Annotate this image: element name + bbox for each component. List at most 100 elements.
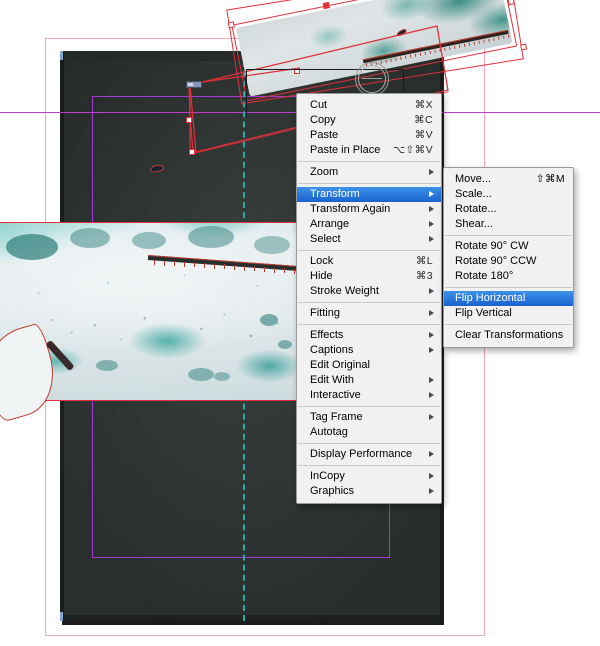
menu-item-label: Paste in Place	[310, 144, 381, 156]
transform-submenu-item-rotate-90-cw[interactable]: Rotate 90° CW	[444, 239, 573, 254]
menu-separator	[298, 406, 440, 407]
transform-submenu-item-clear-transformations[interactable]: Clear Transformations	[444, 328, 573, 343]
menu-separator	[445, 235, 572, 236]
submenu-arrow-icon	[429, 392, 434, 398]
submenu-arrow-icon	[429, 236, 434, 242]
menu-item-label: Graphics	[310, 485, 355, 497]
context-menu-item-fitting[interactable]: Fitting	[297, 306, 441, 321]
context-menu-item-autotag[interactable]: Autotag	[297, 425, 441, 440]
menu-item-label: InCopy	[310, 470, 345, 482]
menu-item-label: Cut	[310, 99, 328, 111]
selection-handle[interactable]	[186, 117, 192, 123]
menu-item-label: Hide	[310, 270, 333, 282]
menu-item-label: Clear Transformations	[455, 329, 564, 341]
submenu-arrow-icon	[429, 221, 434, 227]
menu-item-shortcut: ⇧⌘M	[535, 173, 565, 185]
menu-item-label: Flip Vertical	[455, 307, 512, 319]
submenu-arrow-icon	[429, 451, 434, 457]
menu-item-shortcut: ⌥⇧⌘V	[392, 144, 433, 156]
transform-submenu-item-scale[interactable]: Scale...	[444, 187, 573, 202]
context-menu-item-hide[interactable]: Hide ⌘3	[297, 269, 441, 284]
context-menu-item-tag-frame[interactable]: Tag Frame	[297, 410, 441, 425]
transform-submenu-item-rotate[interactable]: Rotate...	[444, 202, 573, 217]
transform-submenu-item-flip-horizontal[interactable]: Flip Horizontal	[444, 291, 573, 306]
menu-item-label: Fitting	[310, 307, 340, 319]
context-menu-item-effects[interactable]: Effects	[297, 328, 441, 343]
screenshot-root: Cut ⌘X Copy ⌘C Paste ⌘V Paste in Place ⌥⇧⌘V Zoom…	[0, 0, 600, 646]
menu-item-label: Effects	[310, 329, 344, 341]
menu-item-label: Paste	[310, 129, 339, 141]
selection-handle-active[interactable]	[322, 2, 330, 10]
menu-item-shortcut: ⌘X	[414, 99, 433, 111]
large-image-frame-bottom	[0, 400, 320, 401]
context-menu-item-display-performance[interactable]: Display Performance	[297, 447, 441, 462]
menu-item-label: Edit With	[310, 374, 355, 386]
menu-item-label: Lock	[310, 255, 334, 267]
submenu-arrow-icon	[429, 473, 434, 479]
menu-separator	[445, 287, 572, 288]
context-menu-item-transform-again[interactable]: Transform Again	[297, 202, 441, 217]
context-menu-item-graphics[interactable]: Graphics	[297, 484, 441, 499]
menu-item-label: Arrange	[310, 218, 350, 230]
menu-item-label: Interactive	[310, 389, 361, 401]
context-menu-item-incopy[interactable]: InCopy	[297, 469, 441, 484]
menu-item-label: Flip Horizontal	[455, 292, 526, 304]
menu-item-label: Transform Again	[310, 203, 391, 215]
context-menu-item-lock[interactable]: Lock ⌘L	[297, 254, 441, 269]
content-grabber-inner	[358, 65, 386, 93]
submenu-arrow-icon	[429, 377, 434, 383]
context-menu[interactable]: Cut ⌘X Copy ⌘C Paste ⌘V Paste in Place ⌥⇧⌘V Zoom…	[296, 93, 442, 504]
menu-item-label: Move...	[455, 173, 492, 185]
link-badge-icon[interactable]	[186, 81, 202, 88]
context-menu-item-edit-original[interactable]: Edit Original	[297, 358, 441, 373]
menu-separator	[298, 324, 440, 325]
menu-item-label: Edit Original	[310, 359, 370, 371]
menu-item-label: Shear...	[455, 218, 493, 230]
spine-marker-bottom	[60, 612, 63, 621]
submenu-arrow-icon	[429, 288, 434, 294]
context-menu-item-stroke-weight[interactable]: Stroke Weight	[297, 284, 441, 299]
menu-item-label: Display Performance	[310, 448, 413, 460]
context-menu-item-copy[interactable]: Copy ⌘C	[297, 113, 441, 128]
context-menu-item-paste[interactable]: Paste ⌘V	[297, 128, 441, 143]
transform-submenu-item-shear[interactable]: Shear...	[444, 217, 573, 232]
context-menu-item-edit-with[interactable]: Edit With	[297, 373, 441, 388]
transform-submenu-item-flip-vertical[interactable]: Flip Vertical	[444, 306, 573, 321]
menu-separator	[298, 302, 440, 303]
submenu-arrow-icon	[429, 206, 434, 212]
transform-submenu-item-rotate-180[interactable]: Rotate 180°	[444, 269, 573, 284]
menu-item-label: Copy	[310, 114, 336, 126]
context-menu-item-arrange[interactable]: Arrange	[297, 217, 441, 232]
menu-item-label: Select	[310, 233, 341, 245]
context-menu-item-paste-in-place[interactable]: Paste in Place ⌥⇧⌘V	[297, 143, 441, 158]
large-image-frame-top	[0, 222, 320, 223]
submenu-arrow-icon	[429, 169, 434, 175]
selection-handle[interactable]	[520, 43, 528, 51]
menu-item-label: Rotate 90° CW	[455, 240, 529, 252]
selection-handle[interactable]	[227, 21, 235, 29]
submenu-arrow-icon	[429, 488, 434, 494]
menu-item-label: Scale...	[455, 188, 492, 200]
context-menu-item-captions[interactable]: Captions	[297, 343, 441, 358]
menu-separator	[445, 324, 572, 325]
menu-separator	[298, 250, 440, 251]
context-menu-item-zoom[interactable]: Zoom	[297, 165, 441, 180]
menu-separator	[298, 161, 440, 162]
selection-handle[interactable]	[189, 149, 195, 155]
spine-marker-top	[60, 51, 63, 60]
context-menu-item-transform[interactable]: Transform	[297, 187, 441, 202]
submenu-arrow-icon	[429, 332, 434, 338]
submenu-arrow-icon	[429, 347, 434, 353]
menu-separator	[298, 465, 440, 466]
context-menu-item-select[interactable]: Select	[297, 232, 441, 247]
context-menu-item-cut[interactable]: Cut ⌘X	[297, 98, 441, 113]
menu-item-shortcut: ⌘L	[415, 255, 433, 267]
transform-submenu-item-move[interactable]: Move... ⇧⌘M	[444, 172, 573, 187]
menu-separator	[298, 443, 440, 444]
context-menu-item-interactive[interactable]: Interactive	[297, 388, 441, 403]
menu-item-shortcut: ⌘3	[415, 270, 433, 282]
transform-submenu-item-rotate-90-ccw[interactable]: Rotate 90° CCW	[444, 254, 573, 269]
menu-item-label: Rotate 90° CCW	[455, 255, 537, 267]
transform-submenu[interactable]: Move... ⇧⌘M Scale... Rotate... Shear... Rotat…	[443, 167, 574, 348]
menu-item-shortcut: ⌘V	[414, 129, 433, 141]
